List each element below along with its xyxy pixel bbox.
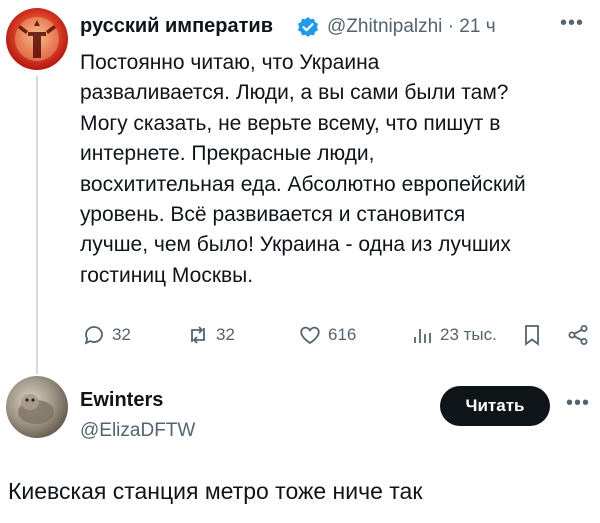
reply-user-handle[interactable]: @ElizaDFTW — [80, 420, 195, 442]
reply-user-avatar[interactable] — [6, 376, 68, 438]
follow-button[interactable]: Читать — [440, 386, 550, 426]
thread-connector-line — [36, 76, 38, 374]
views-count: 23 тыс. — [440, 325, 497, 344]
retweet-icon — [191, 326, 205, 344]
retweet-count: 32 — [216, 325, 235, 344]
author-handle[interactable]: @Zhitnipalzhi — [327, 16, 442, 37]
author-name[interactable]: русский императив — [80, 15, 273, 38]
tweet-time[interactable]: 21 ч — [459, 16, 495, 37]
bookmark-button[interactable] — [520, 322, 544, 348]
separator-dot: · — [447, 16, 455, 37]
like-button[interactable]: 616 — [298, 322, 356, 348]
reply-count: 32 — [112, 325, 131, 344]
reply-text: Киевская станция метро тоже ниче так — [8, 478, 423, 504]
like-icon — [300, 326, 320, 345]
more-options-icon[interactable]: ••• — [560, 12, 584, 35]
views-button[interactable]: 23 тыс. — [410, 322, 497, 348]
reply-button[interactable]: 32 — [82, 322, 131, 348]
like-count: 616 — [328, 325, 357, 344]
bookmark-icon — [525, 325, 539, 346]
author-handle-and-time: @Zhitnipalzhi · 21 ч — [327, 16, 496, 38]
share-button[interactable] — [566, 322, 590, 348]
author-avatar[interactable] — [6, 8, 68, 70]
reply-more-options-icon[interactable]: ••• — [566, 392, 590, 415]
verified-badge-icon — [297, 16, 319, 38]
share-icon — [568, 325, 588, 345]
retweet-button[interactable]: 32 — [186, 322, 235, 348]
reply-icon — [84, 326, 103, 345]
tweet-text: Постоянно читаю, что Украина разваливает… — [80, 51, 526, 287]
views-icon — [414, 329, 431, 343]
reply-user-name[interactable]: Ewinters — [80, 389, 163, 412]
